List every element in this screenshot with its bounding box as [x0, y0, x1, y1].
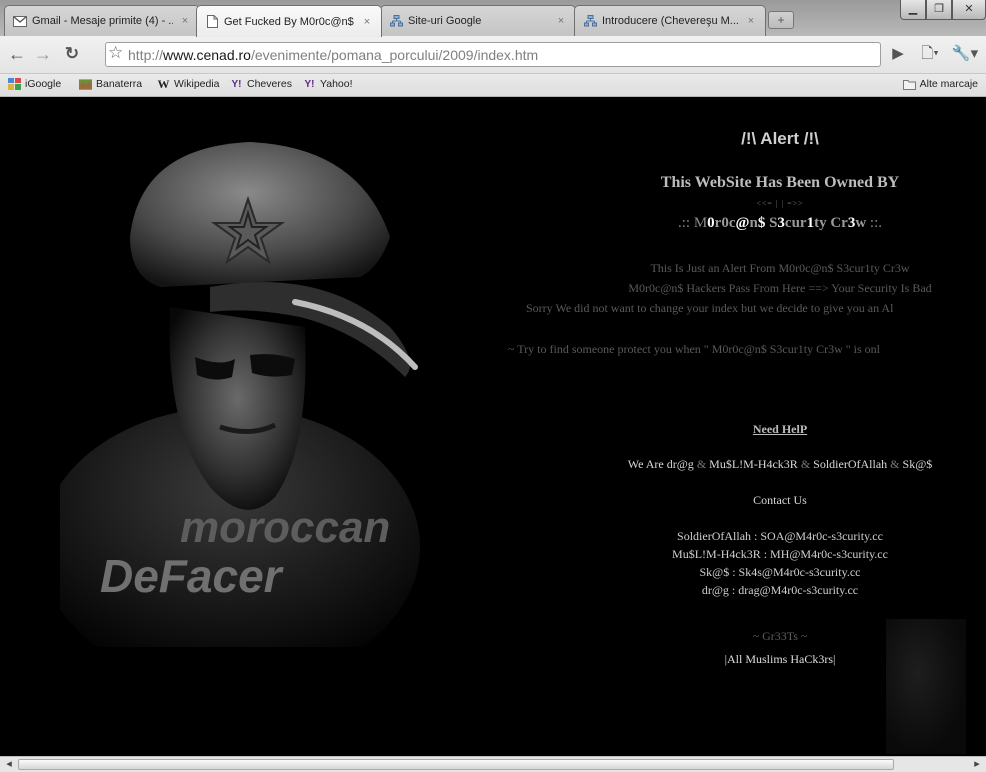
bookmark-label: Alte marcaje — [919, 78, 978, 90]
close-tab-icon[interactable]: × — [179, 15, 191, 27]
minimize-icon: ▁ — [908, 3, 918, 15]
bookmark-label: Banaterra — [96, 78, 143, 90]
bookmark-yahoo[interactable]: Y! Yahoo! — [303, 78, 353, 90]
scroll-right-arrow-icon[interactable]: ▸ — [969, 758, 985, 771]
yahoo-icon: Y! — [304, 78, 315, 90]
bookmark-label: Cheveres — [247, 78, 292, 90]
contact-heading: Contact Us — [753, 493, 807, 507]
plus-icon: + — [777, 13, 785, 27]
bookmark-label: Wikipedia — [174, 78, 220, 90]
play-arrow-icon: ▶ — [892, 45, 904, 62]
tab-strip: Gmail - Mesaje primite (4) - ... × Get F… — [0, 0, 986, 37]
close-window-button[interactable]: ✕ — [952, 0, 986, 20]
address-bar[interactable]: http://www.cenad.ro/evenimente/pomana_po… — [105, 42, 881, 67]
browser-window: Gmail - Mesaje primite (4) - ... × Get F… — [0, 0, 986, 772]
contact-email: SoldierOfAllah : SOA@M4r0c-s3curity.cc — [677, 529, 883, 543]
need-help-link[interactable]: Need HelP — [520, 422, 986, 437]
minimize-button[interactable]: ▁ — [900, 0, 926, 20]
forward-button[interactable]: → — [32, 42, 54, 66]
yahoo-icon: Y! — [231, 78, 242, 90]
page-icon — [205, 15, 219, 28]
bookmark-igoogle[interactable]: iGoogle — [8, 78, 61, 90]
wrench-icon: 🔧▾ — [951, 45, 979, 62]
reload-icon: ↻ — [64, 44, 80, 63]
hacker-portrait-image: moroccan DeFacer — [60, 142, 420, 647]
message-line: This Is Just an Alert From M0r0c@n$ S3cu… — [650, 261, 910, 275]
wikipedia-icon: W — [157, 76, 170, 91]
tab-site-uri-google[interactable]: Site-uri Google × — [380, 5, 576, 36]
dark-side-image — [886, 619, 966, 754]
bookmark-wikipedia[interactable]: W Wikipedia — [157, 76, 220, 91]
page-content: moroccan DeFacer /!\ Alert /!\ This WebS… — [0, 97, 986, 756]
forward-arrow-icon: → — [34, 44, 52, 64]
other-bookmarks[interactable]: Alte marcaje — [902, 78, 978, 90]
tab-title: Get Fucked By M0r0c@n$ ... — [224, 15, 355, 28]
contact-email: Sk@$ : Sk4s@M4r0c-s3curity.cc — [699, 565, 861, 579]
folder-icon — [902, 78, 916, 90]
scroll-left-arrow-icon[interactable]: ◂ — [1, 758, 17, 771]
go-button[interactable]: ▶ — [889, 42, 907, 66]
banaterra-icon — [79, 78, 92, 90]
horizontal-scrollbar[interactable]: ◂ ▸ — [0, 756, 986, 772]
back-button[interactable]: ← — [6, 42, 28, 66]
arrows-line: <<= | | =>> — [756, 199, 804, 208]
sitemap-icon — [583, 15, 597, 27]
owned-heading: This WebSite Has Been Owned BY — [660, 174, 900, 191]
crew-name: .:: M0r0c@n$ S3cur1ty Cr3w ::. — [677, 215, 883, 231]
close-tab-icon[interactable]: × — [745, 15, 757, 27]
message-line: Sorry We did not want to change your ind… — [526, 301, 894, 315]
alert-heading: /!\ Alert /!\ — [741, 129, 819, 148]
figure-caption-top: moroccan — [180, 503, 390, 552]
tab-title: Introducere (Chevereşu M... — [602, 15, 739, 27]
close-icon: ✕ — [964, 3, 974, 15]
close-tab-icon[interactable]: × — [555, 15, 567, 27]
igoogle-icon — [8, 78, 21, 90]
maximize-button[interactable]: ❐ — [926, 0, 952, 20]
bookmark-cheveres[interactable]: Y! Cheveres — [230, 78, 292, 90]
scrollbar-thumb[interactable] — [18, 759, 894, 770]
tab-introducere[interactable]: Introducere (Chevereşu M... × — [574, 5, 766, 36]
message-line: ~ Try to find someone protect you when "… — [508, 342, 880, 356]
tab-gmail[interactable]: Gmail - Mesaje primite (4) - ... × — [4, 5, 200, 36]
contact-email: Mu$L!M-H4ck3R : MH@M4r0c-s3curity.cc — [672, 547, 888, 561]
tab-title: Gmail - Mesaje primite (4) - ... — [32, 15, 173, 27]
message-line: M0r0c@n$ Hackers Pass From Here ==> Your… — [628, 281, 932, 295]
members-line: We Are dr@g & Mu$L!M-H4ck3R & SoldierOfA… — [627, 457, 933, 471]
close-tab-icon[interactable]: × — [361, 16, 373, 28]
bookmark-banaterra[interactable]: Banaterra — [79, 78, 142, 90]
back-arrow-icon: ← — [8, 44, 26, 64]
bookmark-label: Yahoo! — [320, 78, 353, 90]
figure-caption-bottom: DeFacer — [100, 550, 284, 602]
tools-menu-button[interactable]: 🔧▾ — [950, 42, 980, 66]
sitemap-icon — [389, 15, 403, 27]
reload-button[interactable]: ↻ — [61, 42, 83, 66]
star-bookmark-icon[interactable]: ☆ — [108, 43, 123, 63]
gmail-icon — [13, 15, 27, 27]
bookmark-label: iGoogle — [25, 78, 62, 90]
page-menu-button[interactable]: 🗋▾ — [917, 42, 943, 66]
tab-title: Site-uri Google — [408, 15, 482, 27]
url-text: http://www.cenad.ro/evenimente/pomana_po… — [128, 46, 539, 63]
navigation-toolbar: ← → ↻ http://www.cenad.ro/evenimente/pom… — [0, 36, 986, 74]
contact-email: dr@g : drag@M4r0c-s3curity.cc — [701, 583, 859, 597]
new-tab-button[interactable]: + — [768, 11, 794, 29]
restore-icon: ❐ — [934, 3, 944, 15]
page-menu-icon: 🗋▾ — [921, 45, 939, 62]
tab-active-page[interactable]: Get Fucked By M0r0c@n$ ... × — [196, 5, 382, 37]
bookmarks-bar: iGoogle Banaterra W Wikipedia Y! Chevere… — [0, 74, 986, 97]
